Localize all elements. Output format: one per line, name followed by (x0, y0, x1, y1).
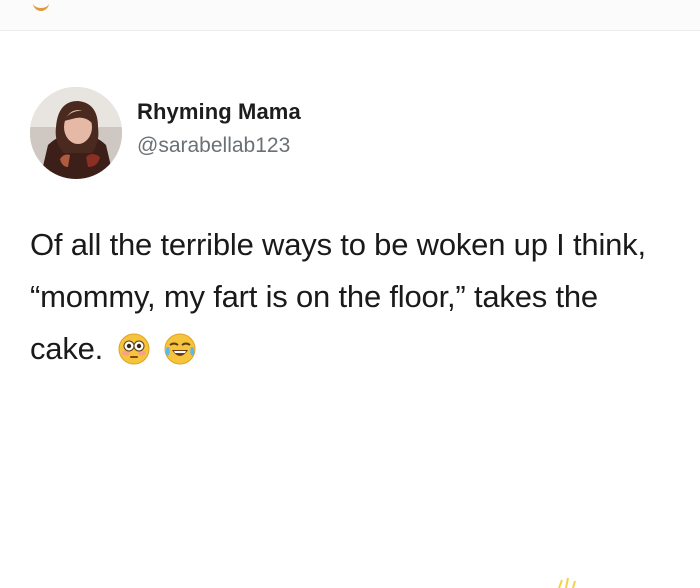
tweet-card: Rhyming Mama @sarabellab123 Of all the t… (0, 31, 700, 588)
top-bar (0, 0, 700, 31)
sparkle-icon (558, 577, 576, 588)
avatar-photo-icon (30, 87, 122, 179)
partial-icon (33, 0, 49, 11)
display-name[interactable]: Rhyming Mama (137, 99, 301, 125)
tweet-text-block: Of all the terrible ways to be woken up … (30, 219, 670, 375)
flushed-face-icon (118, 329, 150, 365)
tears-of-joy-icon (164, 329, 196, 365)
user-handle[interactable]: @sarabellab123 (137, 134, 290, 158)
avatar[interactable] (30, 87, 122, 179)
